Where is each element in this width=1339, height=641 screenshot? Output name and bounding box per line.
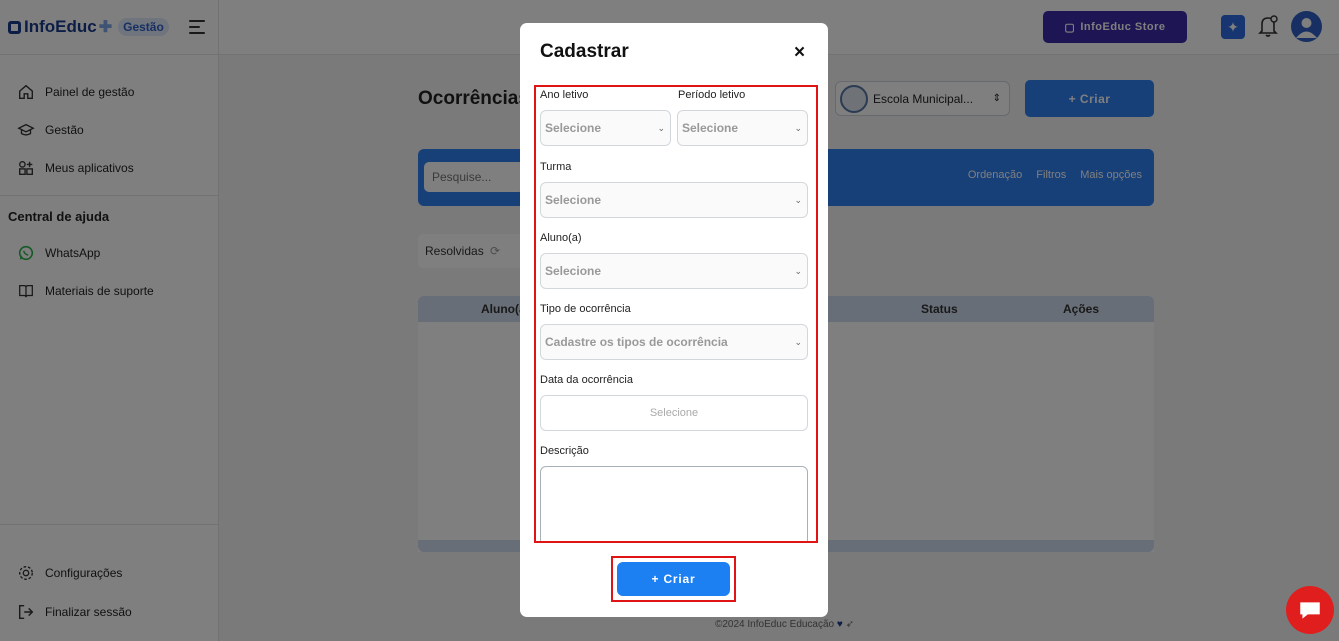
ano-letivo-select[interactable]: Selecione ⌄ — [540, 110, 671, 146]
periodo-letivo-label: Período letivo — [678, 89, 746, 101]
data-date-picker[interactable]: Selecione — [540, 395, 808, 431]
turma-select[interactable]: Selecione ⌄ — [540, 182, 808, 218]
tipo-label: Tipo de ocorrência — [540, 303, 631, 315]
chevron-down-icon: ⌄ — [794, 337, 802, 347]
select-value: Selecione — [545, 264, 602, 278]
form-highlight: Ano letivo Período letivo Selecione ⌄ Se… — [534, 85, 818, 543]
submit-create-button[interactable]: + Criar — [617, 562, 730, 596]
ano-letivo-label: Ano letivo — [540, 89, 589, 101]
create-occurrence-modal: Cadastrar × Ano letivo Período letivo Se… — [520, 23, 828, 617]
chevron-down-icon: ⌄ — [794, 266, 802, 276]
descricao-label: Descrição — [540, 445, 589, 457]
close-icon[interactable]: × — [794, 42, 805, 64]
select-value: Selecione — [545, 193, 602, 207]
chevron-down-icon: ⌄ — [657, 123, 665, 133]
aluno-select[interactable]: Selecione ⌄ — [540, 253, 808, 289]
data-label: Data da ocorrência — [540, 374, 633, 386]
descricao-textarea[interactable] — [540, 466, 808, 541]
periodo-letivo-select[interactable]: Selecione ⌄ — [677, 110, 808, 146]
modal-title: Cadastrar — [540, 41, 629, 62]
chevron-down-icon: ⌄ — [794, 123, 802, 133]
submit-highlight: + Criar — [611, 556, 736, 602]
turma-label: Turma — [540, 161, 572, 173]
chevron-down-icon: ⌄ — [794, 195, 802, 205]
chat-icon[interactable] — [1286, 586, 1334, 634]
tipo-select[interactable]: Cadastre os tipos de ocorrência ⌄ — [540, 324, 808, 360]
aluno-label: Aluno(a) — [540, 232, 582, 244]
select-value: Selecione — [682, 121, 739, 135]
select-value: Selecione — [545, 121, 602, 135]
select-value: Cadastre os tipos de ocorrência — [545, 335, 728, 349]
